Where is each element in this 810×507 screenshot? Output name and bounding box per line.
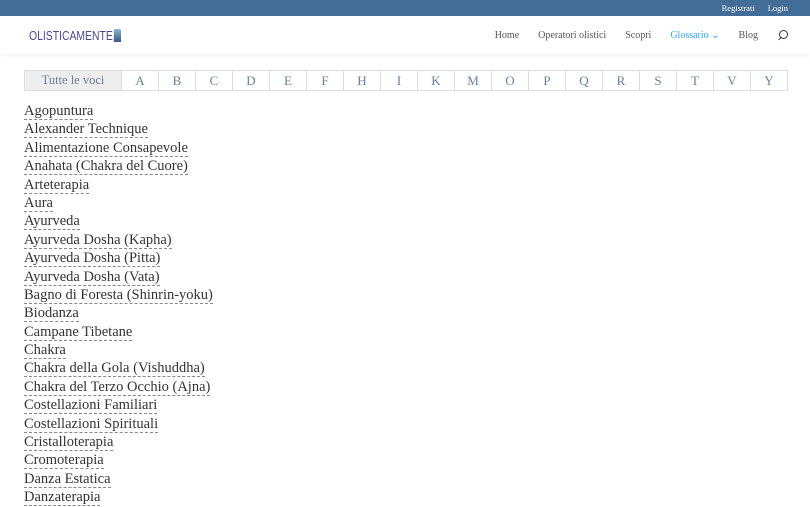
logo[interactable]: OLISTICAMENTE <box>29 28 121 43</box>
term-link[interactable]: Cromoterapia <box>24 452 104 470</box>
term-link[interactable]: Alimentazione Consapevole <box>24 139 188 157</box>
list-item: Cromoterapia <box>24 451 213 470</box>
list-item: Chakra del Terzo Occhio (Ajna) <box>24 378 213 396</box>
term-link[interactable]: Arteterapia <box>24 176 90 194</box>
term-link[interactable]: Costellazioni Familiari <box>24 397 158 415</box>
filter-letter-y[interactable]: Y <box>750 71 787 90</box>
main-nav: Home Operatori olistici Scopri Glossario… <box>495 29 788 41</box>
list-item: Ayurveda <box>24 212 213 231</box>
term-link[interactable]: Aura <box>24 194 53 212</box>
filter-letter-a[interactable]: A <box>121 71 158 90</box>
list-item: Chakra <box>24 341 213 360</box>
filter-letter-f[interactable]: F <box>306 71 343 90</box>
list-item: Danza Estatica <box>24 470 213 488</box>
list-item: Costellazioni Spirituali <box>24 415 213 433</box>
logo-icon <box>113 28 121 42</box>
filter-letter-q[interactable]: Q <box>565 71 602 90</box>
filter-letter-t[interactable]: T <box>676 71 713 90</box>
term-link[interactable]: Biodanza <box>24 305 79 323</box>
term-link[interactable]: Danzaterapia <box>24 489 101 507</box>
login-link[interactable]: Login <box>768 3 788 13</box>
list-item: Campane Tibetane <box>24 323 213 341</box>
filter-letter-e[interactable]: E <box>269 71 306 90</box>
filter-letter-r[interactable]: R <box>602 71 639 90</box>
term-link[interactable]: Agopuntura <box>24 103 94 120</box>
list-item: Arteterapia <box>24 176 213 194</box>
nav-operatori[interactable]: Operatori olistici <box>538 30 606 41</box>
term-link[interactable]: Ayurveda Dosha (Vata) <box>24 268 160 286</box>
list-item: Ayurveda Dosha (Kapha) <box>24 231 213 249</box>
term-link[interactable]: Danza Estatica <box>24 470 111 488</box>
filter-letter-p[interactable]: P <box>528 71 565 90</box>
chevron-down-icon: ⌄ <box>711 29 720 41</box>
term-link[interactable]: Anahata (Chakra del Cuore) <box>24 158 188 176</box>
letter-filter: Tutte le voci A B C D E F H I K M O P Q R S T V Y <box>24 70 788 91</box>
list-item: Danzaterapia <box>24 488 213 507</box>
filter-letter-s[interactable]: S <box>639 71 676 90</box>
nav-blog[interactable]: Blog <box>739 30 758 41</box>
filter-all[interactable]: Tutte le voci <box>25 71 121 90</box>
header: OLISTICAMENTE Home Operatori olistici Sc… <box>0 16 810 54</box>
nav-scopri[interactable]: Scopri <box>625 30 651 41</box>
term-link[interactable]: Bagno di Foresta (Shinrin-yoku) <box>24 286 213 304</box>
list-item: Cristalloterapia <box>24 433 213 452</box>
term-link[interactable]: Chakra <box>24 342 66 360</box>
filter-letter-k[interactable]: K <box>417 71 454 90</box>
list-item: Costellazioni Familiari <box>24 396 213 415</box>
glossary-list: Agopuntura Alexander Technique Alimentazio… <box>24 102 213 507</box>
filter-letter-o[interactable]: O <box>491 71 528 90</box>
filter-letter-c[interactable]: C <box>195 71 232 90</box>
nav-home[interactable]: Home <box>495 30 519 41</box>
term-link[interactable]: Cristalloterapia <box>24 434 114 452</box>
filter-letter-b[interactable]: B <box>158 71 195 90</box>
list-item: Chakra della Gola (Vishuddha) <box>24 359 213 378</box>
filter-letter-i[interactable]: I <box>380 71 417 90</box>
list-item: Alexander Technique <box>24 120 213 139</box>
term-link[interactable]: Ayurveda <box>24 213 80 231</box>
list-item: Ayurveda Dosha (Vata) <box>24 268 213 286</box>
term-link[interactable]: Chakra della Gola (Vishuddha) <box>24 360 205 378</box>
list-item: Ayurveda Dosha (Pitta) <box>24 249 213 268</box>
nav-glossario[interactable]: Glossario ⌄ <box>670 30 719 41</box>
top-bar: Registrati Login <box>0 0 810 16</box>
filter-letter-d[interactable]: D <box>232 71 269 90</box>
register-link[interactable]: Registrati <box>722 3 755 13</box>
filter-letter-m[interactable]: M <box>454 71 491 90</box>
list-item: Alimentazione Consapevole <box>24 139 213 157</box>
term-link[interactable]: Campane Tibetane <box>24 323 133 341</box>
search-icon[interactable] <box>777 29 788 41</box>
term-link[interactable]: Ayurveda Dosha (Kapha) <box>24 231 172 249</box>
list-item: Bagno di Foresta (Shinrin-yoku) <box>24 286 213 304</box>
list-item: Biodanza <box>24 304 213 323</box>
list-item: Agopuntura <box>24 102 213 120</box>
list-item: Anahata (Chakra del Cuore) <box>24 157 213 176</box>
term-link[interactable]: Chakra del Terzo Occhio (Ajna) <box>24 378 211 396</box>
list-item: Aura <box>24 194 213 212</box>
filter-letter-v[interactable]: V <box>713 71 750 90</box>
filter-letter-h[interactable]: H <box>343 71 380 90</box>
term-link[interactable]: Costellazioni Spirituali <box>24 415 159 433</box>
term-link[interactable]: Alexander Technique <box>24 121 148 139</box>
term-link[interactable]: Ayurveda Dosha (Pitta) <box>24 250 161 268</box>
